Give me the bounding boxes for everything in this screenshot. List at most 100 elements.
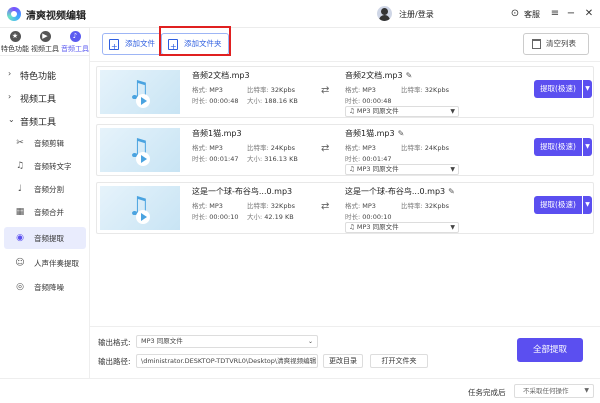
- bitrate-value: 32Kpbs: [424, 86, 449, 94]
- edit-icon[interactable]: ✎: [406, 71, 413, 80]
- file-row[interactable]: ♫ 音频2文档.mp3 格式: MP3 比特率: 32Kpbs 时长: 00:0…: [96, 66, 594, 118]
- output-format-dropdown[interactable]: MP3 同原文件 ⌄: [136, 335, 318, 348]
- video-icon: ▶: [39, 31, 51, 42]
- add-file-label: 添加文件: [125, 39, 155, 48]
- extract-button[interactable]: 提取(极速): [534, 138, 582, 156]
- extract-dropdown-icon[interactable]: ▼: [583, 196, 592, 214]
- minimize-icon[interactable]: −: [564, 7, 578, 21]
- highlight-box: [159, 26, 231, 56]
- audio-cut-icon: ✂: [16, 138, 24, 148]
- support-link[interactable]: 客服: [524, 9, 540, 20]
- edit-icon[interactable]: ✎: [398, 129, 405, 138]
- extract-button[interactable]: 提取(极速): [534, 196, 582, 214]
- sidebar-item-vocal-extract[interactable]: ☺ 人声伴奏提取: [4, 252, 86, 274]
- output-name-text: 这是一个球-布谷鸟...0.mp3: [345, 187, 446, 196]
- login-link[interactable]: 注册/登录: [399, 9, 434, 20]
- close-icon[interactable]: ✕: [582, 7, 596, 21]
- sidebar-item-audio-extract[interactable]: ◉ 音频提取: [4, 227, 86, 249]
- shuffle-icon: ⇄: [321, 143, 330, 154]
- sidebar-item-label: 音频合并: [34, 208, 64, 217]
- add-file-icon: [109, 37, 119, 57]
- output-format-select[interactable]: ♫ MP3 同原文件 ▼: [345, 164, 459, 175]
- tab-featured[interactable]: ★ 特色功能: [0, 30, 30, 56]
- tab-video-label: 视频工具: [31, 45, 59, 53]
- sidebar-item-audio-to-text[interactable]: ♫ 音频转文字: [4, 155, 86, 177]
- denoise-icon: ◎: [16, 282, 24, 292]
- sidebar-item-audio-merge[interactable]: ▦ 音频合并: [4, 201, 86, 223]
- play-icon[interactable]: [136, 94, 150, 108]
- size-value: 316.13 KB: [264, 155, 298, 163]
- format-label: 格式:: [345, 144, 361, 152]
- trash-icon: [532, 39, 541, 49]
- audio-to-text-icon: ♫: [15, 161, 25, 171]
- app-logo-icon: [7, 7, 21, 21]
- tab-video-tools[interactable]: ▶ 视频工具: [30, 30, 60, 56]
- sidebar: › 特色功能 › 视频工具 ⌄ 音频工具 ✂ 音频剪辑 ♫ 音频转文字 ♩ 音频…: [0, 56, 90, 378]
- sidebar-group-video[interactable]: › 视频工具: [0, 87, 90, 107]
- size-value: 42.19 KB: [264, 213, 294, 221]
- sidebar-item-audio-split[interactable]: ♩ 音频分割: [4, 178, 86, 200]
- extract-all-button[interactable]: 全部提取: [517, 338, 583, 362]
- output-path-label: 输出路径:: [98, 357, 131, 366]
- title-bar: 清爽视频编辑 注册/登录 ⊙ 客服 ≡ − ✕: [0, 0, 600, 28]
- sidebar-item-denoise[interactable]: ◎ 音频降噪: [4, 276, 86, 298]
- format-value: MP3: [209, 144, 223, 152]
- sidebar-group-label: 音频工具: [20, 118, 57, 128]
- duration-meta: 时长: 00:00:10: [192, 211, 238, 221]
- edit-icon[interactable]: ✎: [448, 187, 455, 196]
- after-task-select[interactable]: 不采取任何操作 ▼: [514, 384, 594, 398]
- output-format-select[interactable]: ♫ MP3 同原文件 ▼: [345, 106, 459, 117]
- file-row[interactable]: ♫ 音频1猫.mp3 格式: MP3 比特率: 24Kpbs 时长: 00:01…: [96, 124, 594, 176]
- tab-audio-tools[interactable]: ♪ 音频工具: [60, 30, 90, 56]
- help-icon[interactable]: ⊙: [508, 7, 522, 21]
- format-value: MP3: [209, 202, 223, 210]
- extract-dropdown-icon[interactable]: ▼: [583, 138, 592, 156]
- audio-thumbnail: ♫: [100, 128, 180, 172]
- duration-label: 时长:: [345, 97, 361, 105]
- file-row[interactable]: ♫ 这是一个球-布谷鸟...0.mp3 格式: MP3 比特率: 32Kpbs …: [96, 182, 594, 234]
- sidebar-item-label: 音频转文字: [34, 162, 72, 171]
- out-format-meta: 格式: MP3: [345, 142, 376, 152]
- chevron-down-icon: ▼: [450, 224, 455, 231]
- open-folder-button[interactable]: 打开文件夹: [370, 354, 428, 368]
- size-value: 188.16 KB: [264, 97, 298, 105]
- tab-featured-label: 特色功能: [1, 45, 29, 53]
- change-dir-button[interactable]: 更改目录: [323, 354, 363, 368]
- chevron-down-icon: ⌄: [8, 115, 15, 124]
- chevron-right-icon: ›: [8, 92, 12, 101]
- play-icon[interactable]: [136, 210, 150, 224]
- duration-value: 00:00:10: [362, 213, 392, 221]
- out-format-meta: 格式: MP3: [345, 84, 376, 94]
- size-label: 大小:: [247, 97, 263, 105]
- output-format-select[interactable]: ♫ MP3 同原文件 ▼: [345, 222, 459, 233]
- play-icon[interactable]: [136, 152, 150, 166]
- audio-thumbnail: ♫: [100, 70, 180, 114]
- bitrate-label: 比特率:: [401, 144, 423, 152]
- format-label: 格式:: [345, 202, 361, 210]
- bitrate-meta: 比特率: 32Kpbs: [247, 200, 295, 210]
- sidebar-item-audio-cut[interactable]: ✂ 音频剪辑: [4, 132, 86, 154]
- format-value: MP3: [209, 86, 223, 94]
- bitrate-label: 比特率:: [247, 144, 269, 152]
- add-file-button[interactable]: 添加文件: [102, 33, 162, 57]
- extract-dropdown-icon[interactable]: ▼: [583, 80, 592, 98]
- extract-button[interactable]: 提取(极速): [534, 80, 582, 98]
- out-bitrate-meta: 比特率: 32Kpbs: [401, 200, 449, 210]
- size-meta: 大小: 316.13 KB: [247, 153, 298, 163]
- sidebar-group-audio[interactable]: ⌄ 音频工具: [0, 110, 90, 130]
- bitrate-value: 32Kpbs: [424, 202, 449, 210]
- clear-list-button[interactable]: 清空列表: [523, 33, 589, 55]
- output-path-field[interactable]: \dministrator.DESKTOP-TDTVRL0\Desktop\清爽…: [136, 354, 318, 368]
- format-label: 格式:: [192, 202, 208, 210]
- bitrate-label: 比特率:: [247, 202, 269, 210]
- menu-icon[interactable]: ≡: [548, 7, 562, 21]
- clear-list-label: 清空列表: [546, 39, 576, 48]
- bitrate-meta: 比特率: 32Kpbs: [247, 84, 295, 94]
- avatar[interactable]: [377, 6, 392, 21]
- duration-label: 时长:: [192, 213, 208, 221]
- format-label: 格式:: [345, 86, 361, 94]
- sidebar-group-featured[interactable]: › 特色功能: [0, 64, 90, 84]
- bitrate-value: 32Kpbs: [270, 86, 295, 94]
- shuffle-icon: ⇄: [321, 85, 330, 96]
- file-name: 音频1猫.mp3: [192, 129, 242, 138]
